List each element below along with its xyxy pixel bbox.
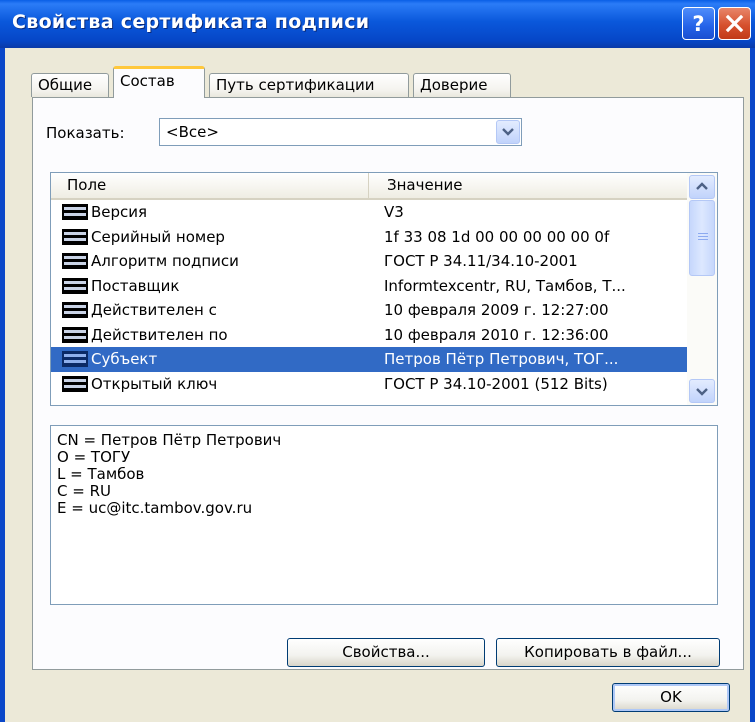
scroll-up-button[interactable] xyxy=(689,175,715,199)
show-select-value: <Все> xyxy=(166,123,219,141)
svg-text:?: ? xyxy=(692,12,704,36)
field-icon xyxy=(62,351,88,367)
field-icon xyxy=(62,204,88,220)
list-item[interactable]: Поставщик Informtexcentr, RU, Тамбов, Т.… xyxy=(51,274,687,299)
field-value: Петров Пётр Петрович, ТОГ... xyxy=(384,350,619,368)
copy-to-file-button[interactable]: Копировать в файл... xyxy=(496,638,720,667)
field-value: V3 xyxy=(384,203,404,221)
column-header-value[interactable]: Значение xyxy=(369,173,687,198)
tab-certification-path[interactable]: Путь сертификации xyxy=(209,73,409,97)
show-label: Показать: xyxy=(46,124,125,142)
field-icon xyxy=(62,375,88,392)
tab-general[interactable]: Общие xyxy=(31,73,109,97)
list-header: Поле Значение xyxy=(51,173,687,200)
window-frame-right xyxy=(750,48,755,722)
detail-line: O = ТОГУ xyxy=(57,448,131,466)
field-details-text[interactable]: CN = Петров Пётр Петрович O = ТОГУ L = Там… xyxy=(50,425,718,605)
chevron-up-icon xyxy=(696,182,708,190)
field-value: 10 февраля 2010 г. 12:36:00 xyxy=(384,325,609,344)
certificate-properties-dialog: Свойства сертификата подписи ? Общие Сос… xyxy=(0,0,755,722)
show-select-dropdown-button[interactable] xyxy=(496,120,520,144)
list-item[interactable]: Открытый ключ ГОСТ Р 34.10-2001 (512 Bit… xyxy=(51,372,687,397)
field-name: Открытый ключ xyxy=(91,374,218,393)
field-value: ГОСТ Р 34.10-2001 (512 Bits) xyxy=(384,374,608,393)
field-icon xyxy=(62,228,88,245)
field-name: Субъект xyxy=(91,350,158,368)
thumb-grip xyxy=(698,233,708,234)
thumb-grip xyxy=(698,236,708,237)
detail-line: L = Тамбов xyxy=(57,465,145,483)
field-value: Informtexcentr, RU, Тамбов, Т... xyxy=(384,276,626,295)
scroll-down-button[interactable] xyxy=(689,379,715,403)
field-value: ГОСТ Р 34.11/34.10-2001 xyxy=(384,252,578,270)
detail-line: C = RU xyxy=(57,482,111,500)
field-icon xyxy=(62,277,88,294)
field-name: Действителен с xyxy=(91,301,217,319)
list-item-selected[interactable]: Субъект Петров Пётр Петрович, ТОГ... xyxy=(51,347,687,372)
ok-button[interactable]: OK xyxy=(612,683,730,712)
field-value: 1f 33 08 1d 00 00 00 00 00 0f xyxy=(384,227,610,246)
window-frame-left xyxy=(0,48,5,722)
list-item[interactable]: Алгоритм подписи ГОСТ Р 34.11/34.10-2001 xyxy=(51,249,687,274)
tab-details[interactable]: Состав xyxy=(113,66,205,98)
list-rows: Версия V3 Серийный номер 1f 33 08 1d 00 … xyxy=(51,200,687,396)
field-icon xyxy=(62,326,88,343)
help-icon: ? xyxy=(692,12,704,36)
help-button[interactable]: ? xyxy=(682,7,715,40)
field-name: Версия xyxy=(91,203,148,221)
list-item[interactable]: Действителен с 10 февраля 2009 г. 12:27:… xyxy=(51,298,687,323)
field-icon xyxy=(62,253,88,269)
field-value: 10 февраля 2009 г. 12:27:00 xyxy=(384,301,609,319)
window-title: Свойства сертификата подписи xyxy=(12,11,370,33)
tab-trust[interactable]: Доверие xyxy=(413,73,511,97)
field-icon xyxy=(62,302,88,318)
list-item[interactable]: Серийный номер 1f 33 08 1d 00 00 00 00 0… xyxy=(51,225,687,250)
field-name: Поставщик xyxy=(91,276,180,295)
fields-list[interactable]: Поле Значение Версия V3 Серийный номер 1… xyxy=(50,172,718,406)
list-item[interactable]: Действителен по 10 февраля 2010 г. 12:36… xyxy=(51,323,687,348)
field-name: Серийный номер xyxy=(91,227,225,246)
detail-line: CN = Петров Пётр Петрович xyxy=(57,431,282,449)
chevron-down-icon xyxy=(502,128,514,136)
chevron-down-icon xyxy=(696,388,708,396)
close-button[interactable] xyxy=(718,7,751,40)
thumb-grip xyxy=(698,239,708,240)
detail-line: E = uc@itc.tambov.gov.ru xyxy=(57,499,253,517)
title-bar[interactable]: Свойства сертификата подписи ? xyxy=(0,0,755,48)
show-select[interactable]: <Все> xyxy=(159,118,522,146)
column-header-field[interactable]: Поле xyxy=(51,173,369,198)
close-icon xyxy=(725,14,744,33)
field-name: Алгоритм подписи xyxy=(91,252,239,270)
scroll-thumb[interactable] xyxy=(689,200,715,276)
list-scrollbar[interactable] xyxy=(687,173,717,405)
properties-button[interactable]: Свойства... xyxy=(287,638,485,667)
list-item[interactable]: Версия V3 xyxy=(51,200,687,225)
field-name: Действителен по xyxy=(91,325,228,344)
